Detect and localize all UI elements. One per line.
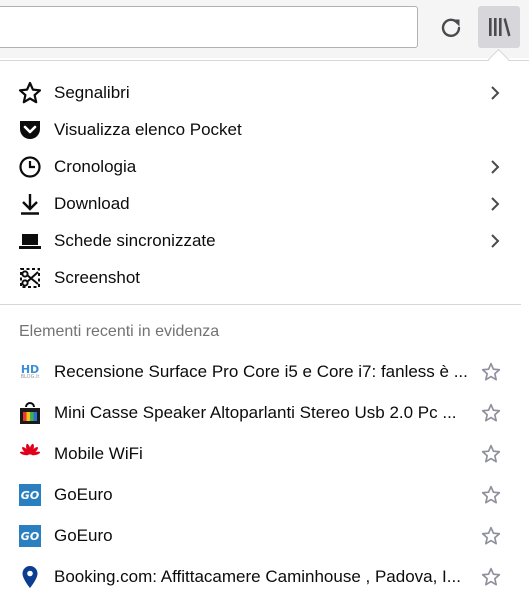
- recent-item-title: Mobile WiFi: [54, 444, 143, 463]
- location-pin-favicon: [18, 565, 42, 589]
- recent-item-title: Booking.com: Affittacamere Caminhouse , …: [54, 567, 461, 586]
- menu-item-screenshot[interactable]: Screenshot: [0, 259, 529, 296]
- browser-toolbar: [0, 0, 529, 58]
- recent-item[interactable]: Booking.com: Affittacamere Caminhouse , …: [0, 558, 529, 596]
- menu-item-label: Download: [54, 193, 130, 213]
- menu-item-history[interactable]: Cronologia: [0, 148, 529, 185]
- star-outline-icon[interactable]: [480, 361, 502, 383]
- pocket-icon: [18, 118, 42, 142]
- library-icon: [489, 18, 511, 37]
- recent-item[interactable]: GO GoEuro: [0, 476, 529, 514]
- library-button[interactable]: [478, 6, 520, 48]
- star-outline-icon: [18, 81, 42, 105]
- recent-item[interactable]: Mini Casse Speaker Altoparlanti Stereo U…: [0, 394, 529, 432]
- menu-item-label: Visualizza elenco Pocket: [54, 119, 242, 139]
- menu-item-label: Schede sincronizzate: [54, 230, 216, 250]
- reload-button[interactable]: [431, 8, 471, 48]
- recent-item-title: Recensione Surface Pro Core i5 e Core i7…: [54, 362, 468, 381]
- star-outline-icon[interactable]: [480, 484, 502, 506]
- star-outline-icon[interactable]: [480, 525, 502, 547]
- recent-item[interactable]: GO GoEuro: [0, 517, 529, 555]
- menu-item-downloads[interactable]: Download: [0, 185, 529, 222]
- menu-item-label: Cronologia: [54, 156, 137, 176]
- menu-separator: [0, 304, 521, 305]
- recent-item-title: GoEuro: [54, 526, 113, 545]
- url-bar[interactable]: [0, 6, 418, 48]
- recent-item[interactable]: Mobile WiFi: [0, 435, 529, 473]
- star-outline-icon[interactable]: [480, 566, 502, 588]
- menu-item-pocket[interactable]: Visualizza elenco Pocket: [0, 111, 529, 148]
- recent-item[interactable]: HD BLOG.it Recensione Surface Pro Core i5…: [0, 353, 529, 391]
- star-outline-icon[interactable]: [480, 443, 502, 465]
- chevron-right-icon: [489, 196, 501, 212]
- recent-item-title: GoEuro: [54, 485, 113, 504]
- download-icon: [18, 192, 42, 216]
- menu-item-label: Screenshot: [54, 267, 140, 287]
- chevron-right-icon: [489, 233, 501, 249]
- clock-icon: [18, 155, 42, 179]
- shop-favicon: [18, 401, 42, 425]
- recent-item-title: Mini Casse Speaker Altoparlanti Stereo U…: [54, 403, 457, 422]
- goeuro-favicon: GO: [18, 483, 42, 507]
- huawei-favicon: [18, 442, 42, 466]
- menu-item-label: Segnalibri: [54, 82, 130, 102]
- synced-tabs-icon: [18, 229, 42, 253]
- menu-item-bookmarks[interactable]: Segnalibri: [0, 74, 529, 111]
- screenshot-icon: [18, 266, 42, 290]
- goeuro-favicon: GO: [18, 524, 42, 548]
- reload-icon: [441, 18, 461, 37]
- chevron-right-icon: [489, 159, 501, 175]
- star-outline-icon[interactable]: [480, 402, 502, 424]
- recent-highlights-heading: Elementi recenti in evidenza: [19, 323, 220, 340]
- hdblog-favicon: HD BLOG.it: [20, 363, 40, 380]
- chevron-right-icon: [489, 85, 501, 101]
- menu-item-synced-tabs[interactable]: Schede sincronizzate: [0, 222, 529, 259]
